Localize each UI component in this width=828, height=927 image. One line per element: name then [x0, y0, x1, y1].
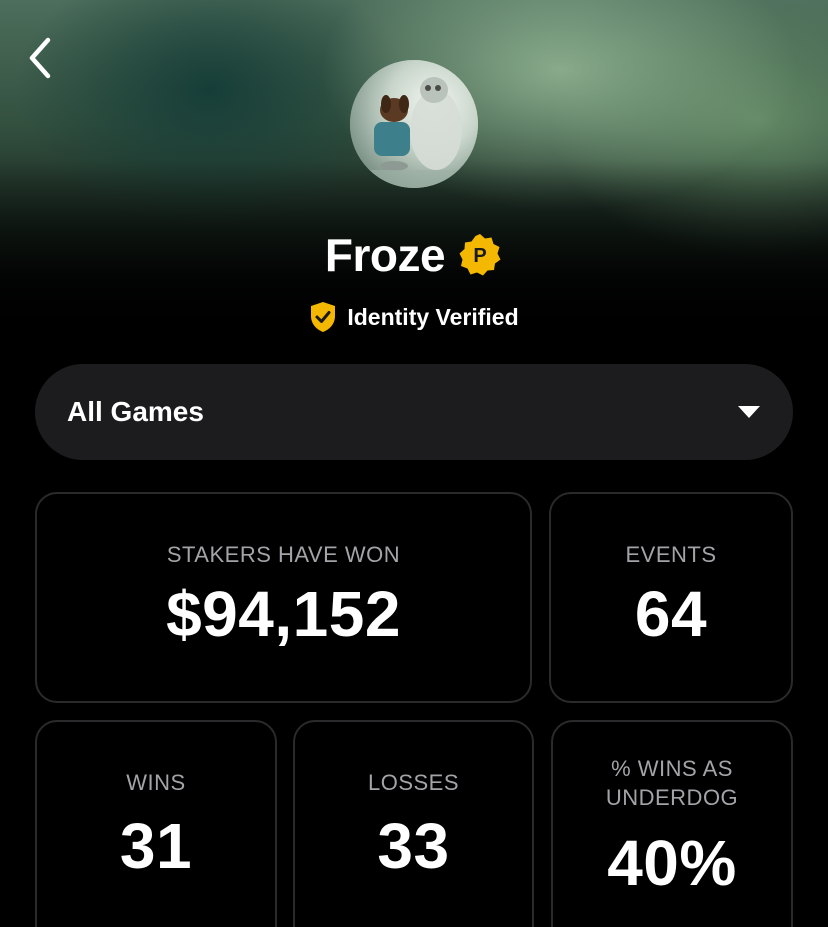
identity-verified-label: Identity Verified — [347, 303, 519, 330]
stat-card-wins: WINS 31 — [35, 720, 277, 927]
caret-down-icon — [738, 406, 760, 418]
stat-card-events: EVENTS 64 — [549, 492, 793, 703]
stat-card-underdog-wins: % WINS AS UNDERDOG 40% — [551, 720, 793, 927]
stat-label-losses: LOSSES — [367, 770, 460, 795]
games-filter-value: All Games — [67, 396, 204, 427]
stat-label-stakers-won: STAKERS HAVE WON — [166, 542, 401, 567]
games-filter-dropdown[interactable]: All Games — [35, 364, 793, 460]
stat-value-stakers-won: $94,152 — [166, 578, 401, 650]
stat-value-underdog-wins: 40% — [607, 827, 737, 899]
stat-value-events: 64 — [634, 578, 708, 650]
svg-text:P: P — [473, 245, 486, 267]
identity-verified-row: Identity Verified — [0, 300, 828, 334]
profile-page: Froze P Identity Verified All Games STAK… — [0, 0, 828, 927]
chevron-left-icon — [29, 37, 51, 79]
profile-name-row: Froze P — [0, 224, 828, 286]
stat-label-wins: WINS — [126, 770, 186, 795]
avatar[interactable] — [350, 60, 478, 188]
stat-value-losses: 33 — [377, 810, 450, 882]
stat-value-wins: 31 — [119, 810, 193, 882]
stat-card-stakers-won: STAKERS HAVE WON $94,152 — [35, 492, 532, 703]
stat-label-underdog-wins: % WINS AS UNDERDOG — [605, 756, 739, 810]
back-button[interactable] — [18, 34, 62, 82]
avatar-image — [350, 60, 478, 188]
shield-check-icon — [311, 302, 336, 332]
pro-badge-icon: P — [459, 234, 501, 276]
profile-name: Froze — [324, 229, 446, 281]
stat-card-losses: LOSSES 33 — [293, 720, 534, 927]
stat-label-events: EVENTS — [625, 542, 717, 567]
